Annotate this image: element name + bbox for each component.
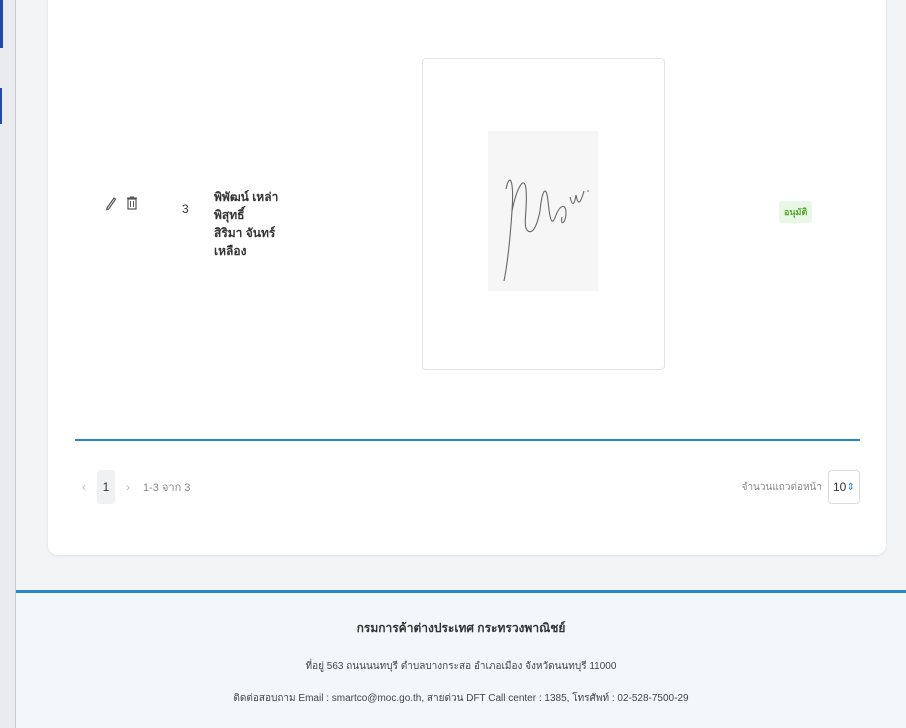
page-footer: กรมการค้าต่างประเทศ กระทรวงพาณิชย์ ที่อย… [16, 590, 906, 728]
signer-name-line2: สิริมา จันทร์เหลือง [214, 226, 276, 258]
prev-page-button[interactable]: ‹ [75, 480, 93, 494]
table-divider [75, 439, 860, 441]
edit-pencil-icon[interactable] [104, 195, 118, 211]
next-page-button[interactable]: › [119, 480, 137, 494]
left-sidebar-edge [0, 0, 16, 728]
status-badge: อนุมัติ [779, 201, 813, 223]
signer-names: พิพัฒน์ เหล่าพิสุทธิ์ สิริมา จันทร์เหลือ… [214, 188, 304, 260]
rows-per-page-select[interactable]: 10 ⇕ [828, 470, 860, 504]
page-range-text: 1-3 จาก 3 [143, 482, 191, 494]
row-actions [104, 195, 139, 211]
rows-per-page-label: จำนวนแถวต่อหน้า [741, 481, 822, 493]
row-number: 3 [182, 202, 189, 216]
signature-image [488, 131, 598, 291]
pagination: ‹ 1 › 1-3 จาก 3 [75, 470, 190, 504]
sidebar-accent [0, 0, 3, 48]
delete-trash-icon[interactable] [125, 195, 139, 211]
signature-frame [422, 58, 665, 370]
page-number-button[interactable]: 1 [97, 470, 115, 504]
content-card: 3 พิพัฒน์ เหล่าพิสุทธิ์ สิริมา จันทร์เหล… [48, 0, 886, 555]
rows-per-page: จำนวนแถวต่อหน้า 10 ⇕ [742, 470, 860, 504]
signer-name-line1: พิพัฒน์ เหล่าพิสุทธิ์ [214, 190, 279, 222]
footer-contact: ติดต่อสอบถาม Email : smartco@moc.go.th, … [233, 693, 689, 704]
footer-title: กรมการค้าต่างประเทศ กระทรวงพาณิชย์ [356, 621, 566, 635]
rows-per-page-value: 10 [833, 480, 847, 494]
chevron-updown-icon: ⇕ [846, 481, 855, 493]
sidebar-accent-2 [0, 88, 2, 124]
footer-address: ที่อยู่ 563 ถนนนนทบุรี ตำบลบางกระสอ อำเภ… [305, 661, 617, 672]
